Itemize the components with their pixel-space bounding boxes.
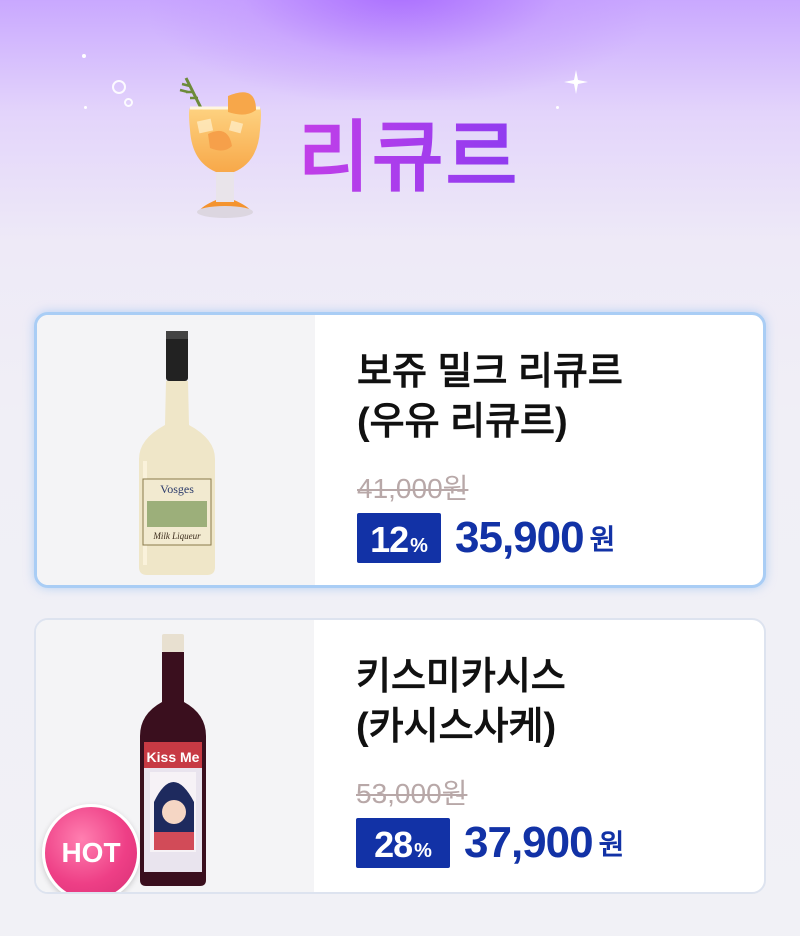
original-price: 53,000원 — [356, 778, 468, 809]
sparkle-ring — [112, 80, 126, 94]
sparkle-dot — [556, 106, 559, 109]
sale-price: 35,900 — [455, 513, 585, 562]
sale-price: 37,900 — [464, 818, 594, 867]
discount-badge: 12% — [357, 513, 441, 563]
hot-badge: HOT — [42, 804, 140, 892]
product-name-line2: (우유 리큐르) — [357, 401, 568, 443]
cocktail-glass-icon — [179, 77, 261, 218]
currency-label: 원 — [598, 829, 625, 860]
bottle-label-brand: Kiss Me — [147, 749, 200, 765]
price-row: 12% 35,900 원 — [357, 513, 615, 563]
bottle-label-brand: Vosges — [160, 482, 194, 496]
price-row: 28% 37,900 원 — [356, 818, 624, 868]
discount-value: 28 — [374, 824, 413, 865]
sparkle-dot — [84, 106, 87, 109]
product-card[interactable]: Vosges Milk Liqueur 보쥬 밀크 리큐르 (우유 리큐르) 4… — [34, 312, 766, 588]
product-image-area: Vosges Milk Liqueur — [37, 315, 315, 585]
page-title: 리큐르 — [298, 113, 520, 201]
currency-label: 원 — [589, 524, 616, 555]
cassis-sake-bottle-image: Kiss Me — [140, 634, 206, 886]
discount-percent: % — [410, 535, 428, 557]
product-card[interactable]: Kiss Me HOT 키스미카시스 (카시스사케) 53,000원 28% 3… — [34, 618, 766, 894]
sparkle-ring — [124, 98, 133, 107]
sparkle-star-icon — [564, 70, 588, 94]
milk-liqueur-bottle-image: Vosges Milk Liqueur — [139, 331, 215, 575]
original-price: 41,000원 — [357, 473, 469, 504]
product-name-line1: 보쥬 밀크 리큐르 — [357, 351, 623, 393]
product-name-line1: 키스미카시스 — [356, 656, 566, 698]
bottle-label-script: Milk Liqueur — [152, 531, 201, 541]
sparkle-dot — [82, 54, 86, 58]
product-name-line2: (카시스사케) — [356, 706, 557, 748]
discount-percent: % — [414, 840, 432, 862]
discount-value: 12 — [370, 519, 409, 560]
discount-badge: 28% — [356, 818, 450, 868]
